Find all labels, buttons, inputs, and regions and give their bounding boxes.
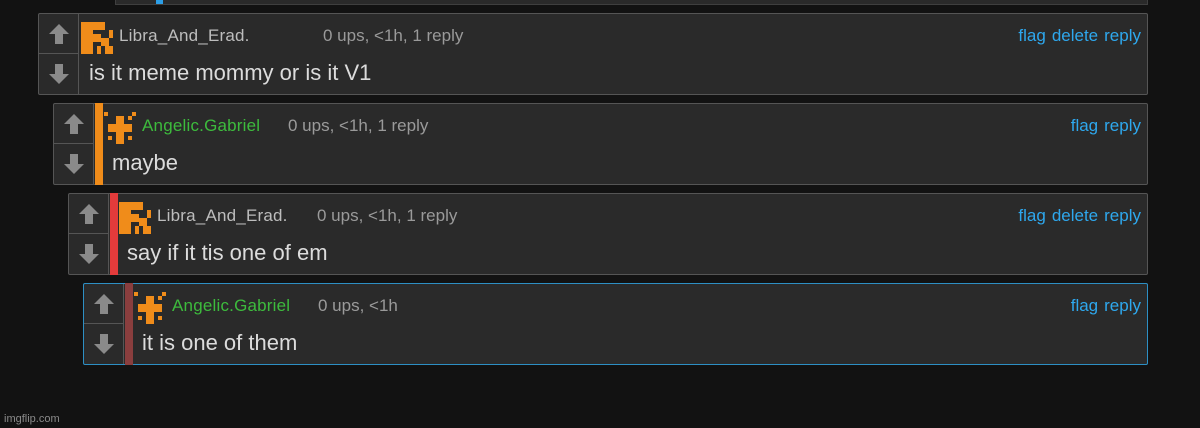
reply-link[interactable]: reply bbox=[1104, 206, 1141, 225]
arrow-down-icon bbox=[63, 153, 85, 175]
comment-header: Angelic.Gabriel 0 ups, <1h, 1 reply flag… bbox=[104, 112, 1147, 138]
comment-meta: 0 ups, <1h, 1 reply bbox=[288, 116, 429, 135]
comment-text: maybe bbox=[112, 150, 179, 175]
orange-pixel-cross-avatar-icon bbox=[134, 292, 166, 324]
orange-pixel-cross-avatar-icon bbox=[104, 112, 136, 144]
comment-body: Angelic.Gabriel 0 ups, <1h flag reply it … bbox=[134, 284, 1147, 364]
comment-actions: flag delete reply bbox=[1012, 26, 1141, 46]
user-avatar[interactable] bbox=[81, 22, 113, 54]
reply-link[interactable]: reply bbox=[1104, 26, 1141, 45]
downvote-button[interactable] bbox=[84, 324, 123, 363]
downvote-button[interactable] bbox=[54, 144, 93, 183]
orange-pixel-avatar-icon bbox=[81, 22, 113, 54]
flag-link[interactable]: flag bbox=[1018, 206, 1045, 225]
comment-header: Libra_And_Erad. 0 ups, <1h, 1 reply flag… bbox=[119, 202, 1147, 228]
username-link[interactable]: Angelic.Gabriel bbox=[172, 296, 290, 316]
flag-link[interactable]: flag bbox=[1071, 116, 1098, 135]
comment: Angelic.Gabriel 0 ups, <1h flag reply it … bbox=[83, 283, 1148, 365]
comment: Libra_And_Erad. 0 ups, <1h, 1 reply flag… bbox=[38, 13, 1148, 95]
upvote-button[interactable] bbox=[84, 284, 123, 324]
vote-panel bbox=[39, 14, 79, 94]
thread-depth-bar bbox=[125, 283, 133, 365]
comment-body: Libra_And_Erad. 0 ups, <1h, 1 reply flag… bbox=[119, 194, 1147, 274]
comment-body: Angelic.Gabriel 0 ups, <1h, 1 reply flag… bbox=[104, 104, 1147, 184]
delete-link[interactable]: delete bbox=[1052, 26, 1098, 45]
username-link[interactable]: Libra_And_Erad. bbox=[157, 206, 288, 226]
comment-actions: flag delete reply bbox=[1012, 206, 1141, 226]
vote-panel bbox=[69, 194, 109, 274]
upvote-button[interactable] bbox=[39, 14, 78, 54]
arrow-down-icon bbox=[48, 63, 70, 85]
upvote-button[interactable] bbox=[69, 194, 108, 234]
reply-link[interactable]: reply bbox=[1104, 296, 1141, 315]
thread-depth-bar bbox=[156, 0, 163, 4]
arrow-up-icon bbox=[48, 23, 70, 45]
imgflip-watermark: imgflip.com bbox=[4, 413, 60, 425]
arrow-down-icon bbox=[78, 243, 100, 265]
comment: Angelic.Gabriel 0 ups, <1h, 1 reply flag… bbox=[53, 103, 1148, 185]
delete-link[interactable]: delete bbox=[1052, 206, 1098, 225]
username-link[interactable]: Angelic.Gabriel bbox=[142, 116, 260, 136]
orange-pixel-avatar-icon bbox=[119, 202, 151, 234]
vote-panel bbox=[54, 104, 94, 184]
vote-panel bbox=[84, 284, 124, 364]
comment-text: is it meme mommy or is it V1 bbox=[89, 60, 372, 85]
comment-meta: 0 ups, <1h, 1 reply bbox=[317, 206, 458, 225]
comment-meta: 0 ups, <1h bbox=[318, 296, 398, 315]
user-avatar[interactable] bbox=[104, 112, 136, 144]
username-link[interactable]: Libra_And_Erad. bbox=[119, 26, 250, 46]
arrow-down-icon bbox=[93, 333, 115, 355]
comment-actions: flag reply bbox=[1065, 116, 1141, 136]
thread-depth-bar bbox=[110, 193, 118, 275]
downvote-button[interactable] bbox=[69, 234, 108, 273]
flag-link[interactable]: flag bbox=[1018, 26, 1045, 45]
downvote-button[interactable] bbox=[39, 54, 78, 93]
arrow-up-icon bbox=[63, 113, 85, 135]
arrow-up-icon bbox=[93, 293, 115, 315]
comment-text: say if it tis one of em bbox=[127, 240, 328, 265]
user-avatar[interactable] bbox=[119, 202, 151, 234]
comment-actions: flag reply bbox=[1065, 296, 1141, 316]
upvote-button[interactable] bbox=[54, 104, 93, 144]
flag-link[interactable]: flag bbox=[1071, 296, 1098, 315]
comment-text: it is one of them bbox=[142, 330, 298, 355]
comment-header: Angelic.Gabriel 0 ups, <1h flag reply bbox=[134, 292, 1147, 318]
previous-comment-bottom bbox=[115, 0, 1148, 5]
comment-meta: 0 ups, <1h, 1 reply bbox=[323, 26, 464, 45]
thread-depth-bar bbox=[95, 103, 103, 185]
arrow-up-icon bbox=[78, 203, 100, 225]
comment: Libra_And_Erad. 0 ups, <1h, 1 reply flag… bbox=[68, 193, 1148, 275]
user-avatar[interactable] bbox=[134, 292, 166, 324]
comment-body: Libra_And_Erad. 0 ups, <1h, 1 reply flag… bbox=[81, 14, 1147, 94]
reply-link[interactable]: reply bbox=[1104, 116, 1141, 135]
comment-header: Libra_And_Erad. 0 ups, <1h, 1 reply flag… bbox=[81, 22, 1147, 48]
